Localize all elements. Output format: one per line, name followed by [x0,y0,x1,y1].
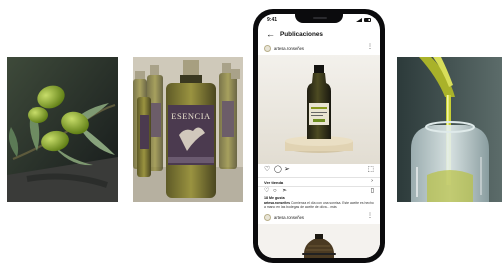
signal-icon [356,18,362,22]
bookmark-icon[interactable]: ▯ [371,187,374,195]
status-bar: 9:41 [267,17,371,25]
post-secondary-actions: ♡ ○ ➣ ▯ [264,187,374,195]
chevron-right-icon: › [371,178,373,184]
battery-icon [364,18,371,22]
olives-branch-photo [7,57,118,202]
post-header-2: artesa.ronseñes ⋮ [258,213,380,223]
status-icons [356,18,371,22]
more-dots-icon[interactable]: ⋮ [367,44,373,50]
post-header: artesa.ronseñes ⋮ [258,44,380,54]
heart-icon[interactable]: ♡ [264,187,269,195]
post-username-2[interactable]: artesa.ronseñes [274,215,304,220]
likes-count[interactable]: 18 Me gusta [264,196,285,200]
post-image[interactable] [258,55,380,164]
phone-mockup: 9:41 ← Publicaciones artesa.ronseñes ⋮ ♡… [253,9,385,263]
post-actions: ♡ ◯ ➢ ⬚ [264,166,374,176]
arrow-left-icon[interactable]: ← [266,30,275,39]
oil-pour-photo [397,57,502,202]
page-title: Publicaciones [280,31,323,38]
status-time: 9:41 [267,17,278,23]
home-indicator [302,253,336,255]
more-dots-icon[interactable]: ⋮ [367,213,373,219]
shop-link-label: Ver tienda [264,179,284,185]
shop-link-bar[interactable]: Ver tienda › [258,177,380,187]
comment-icon[interactable]: ○ [273,187,277,195]
avatar[interactable] [264,45,271,52]
app-header: ← Publicaciones [258,29,380,41]
avatar[interactable] [264,214,271,221]
send-icon[interactable]: ➢ [284,166,290,174]
bookmark-icon[interactable]: ⬚ [367,166,374,174]
comment-icon[interactable]: ◯ [274,166,282,174]
phone-screen: 9:41 ← Publicaciones artesa.ronseñes ⋮ ♡… [258,14,380,258]
post-username[interactable]: artesa.ronseñes [274,46,304,51]
esencia-bottles-photo: ESENCIA [133,57,243,202]
send-icon[interactable]: ➣ [282,187,287,195]
post-caption: artesa.ronseñes Comienza el día con una … [264,201,374,210]
esencia-label: ESENCIA [171,111,211,121]
heart-icon[interactable]: ♡ [264,166,270,174]
